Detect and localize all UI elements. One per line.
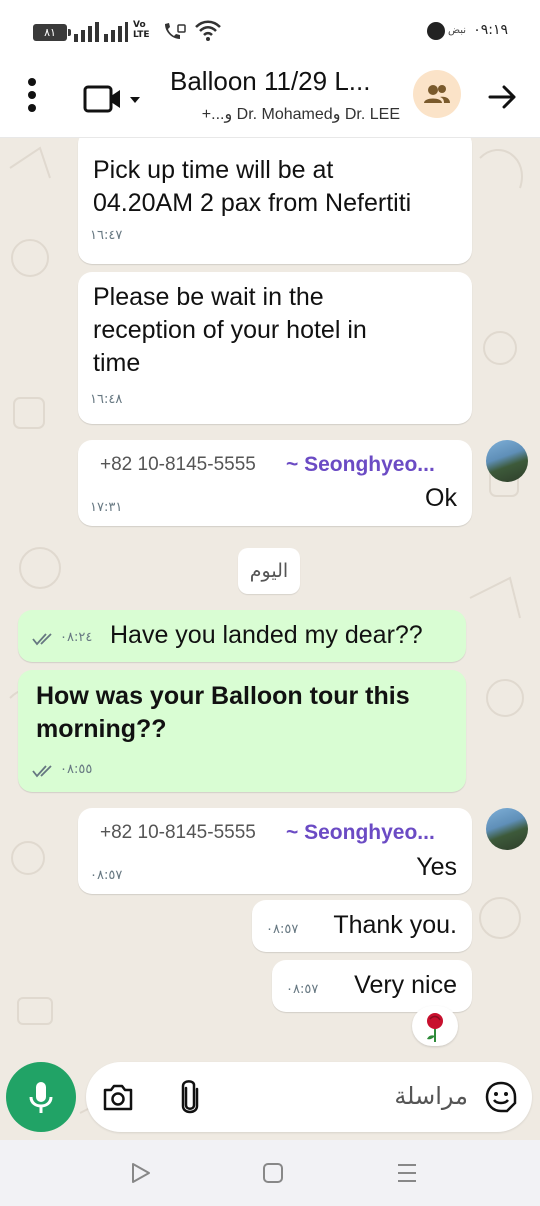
volte-label: Vo [133,20,146,30]
message-line: morning?? [36,715,167,743]
message-line: How was your Balloon tour this [36,682,410,710]
menu-icon[interactable] [22,78,42,118]
message-line: reception of your hotel in [93,316,367,344]
chat-area[interactable]: Pick up time will be at 04.20AM 2 pax fr… [0,138,540,1140]
message-bubble-incoming[interactable]: ٠٨:٥٧ Thank you. [252,900,472,952]
chat-participants[interactable]: Dr. LEE وDr. Mohamed و...+ [170,104,400,124]
sender-phone[interactable]: +82 10-8145-5555 [100,454,256,476]
attach-icon[interactable] [178,1079,202,1115]
message-time: ٠٨:٥٥ [60,762,93,777]
message-time: ١٧:٣١ [90,500,123,515]
message-bubble-outgoing[interactable]: ٠٨:٢٤ Have you landed my dear?? [18,610,466,662]
group-people-icon [424,85,450,103]
message-line: Please be wait in the [93,283,324,311]
chat-title[interactable]: Balloon 11/29 L... [170,66,400,97]
signal-strength-icon [74,22,128,42]
message-text: Have you landed my dear?? [110,621,423,649]
message-text: Thank you. [333,911,457,939]
mic-button[interactable] [6,1062,76,1132]
message-time: ٠٨:٢٤ [60,630,93,645]
lte-label: LTE [133,30,150,40]
message-time: ١٦:٤٧ [90,228,123,243]
message-time: ١٦:٤٨ [90,392,123,407]
status-time: ٠٩:١٩ [473,22,508,38]
sticker-icon[interactable] [484,1080,518,1114]
message-text: Yes [416,853,457,881]
video-call-icon[interactable] [82,82,148,116]
system-nav-bar [0,1140,540,1206]
message-bubble-incoming[interactable]: +82 10-8145-5555 ~ Seonghyeo... Yes ٠٨:٥… [78,808,472,894]
message-line: time [93,349,141,377]
read-receipt-icon [32,633,52,646]
home-icon[interactable] [260,1160,286,1186]
recents-icon[interactable] [394,1160,420,1186]
group-avatar-icon[interactable] [413,70,461,118]
sender-name[interactable]: ~ Seonghyeo... [286,453,435,477]
message-line: 04.20AM 2 pax from Nefertiti [93,189,412,217]
pulse-label: نبض [447,25,466,36]
message-bubble-incoming[interactable]: Pick up time will be at 04.20AM 2 pax fr… [78,138,472,264]
clock-icon [427,22,445,40]
camera-icon[interactable] [102,1082,134,1112]
message-input[interactable]: مراسلة [86,1062,532,1132]
back-icon[interactable] [128,1160,154,1186]
message-time: ٠٨:٥٧ [286,982,319,997]
date-divider: اليوم [238,548,300,594]
mic-icon [29,1082,53,1113]
reaction-badge[interactable] [412,1006,458,1046]
message-text: How was your Balloon tour this morning?? [36,680,410,746]
forward-arrow-icon[interactable] [486,80,520,114]
sender-phone[interactable]: +82 10-8145-5555 [100,822,256,844]
message-text: Please be wait in the reception of your … [93,281,367,380]
rose-icon [427,1013,443,1042]
message-bubble-incoming[interactable]: ٠٨:٥٧ Very nice [272,960,472,1012]
message-text: Very nice [354,971,457,999]
message-bubble-incoming[interactable]: Please be wait in the reception of your … [78,272,472,424]
volte-indicator: Vo LTE [133,20,150,40]
message-time: ٠٨:٥٧ [90,868,123,883]
message-line: Pick up time will be at [93,156,334,184]
contact-avatar[interactable] [486,808,528,850]
chat-header: Balloon 11/29 L... Dr. LEE وDr. Mohamed … [0,62,540,138]
status-bar: ٨١ Vo LTE نبض ٠٩:١٩ [0,0,540,62]
battery-indicator: ٨١ [33,24,71,41]
wifi-calling-icon [165,23,186,39]
wifi-icon [195,20,221,41]
message-time: ٠٨:٥٧ [266,922,299,937]
contact-avatar[interactable] [486,440,528,482]
message-bubble-incoming[interactable]: +82 10-8145-5555 ~ Seonghyeo... Ok ١٧:٣١ [78,440,472,526]
message-text: Ok [425,484,457,512]
message-text: Pick up time will be at 04.20AM 2 pax fr… [93,154,411,220]
message-bubble-outgoing[interactable]: How was your Balloon tour this morning??… [18,670,466,792]
read-receipt-icon [32,765,52,778]
sender-name[interactable]: ~ Seonghyeo... [286,821,435,845]
input-placeholder: مراسلة [394,1082,468,1110]
